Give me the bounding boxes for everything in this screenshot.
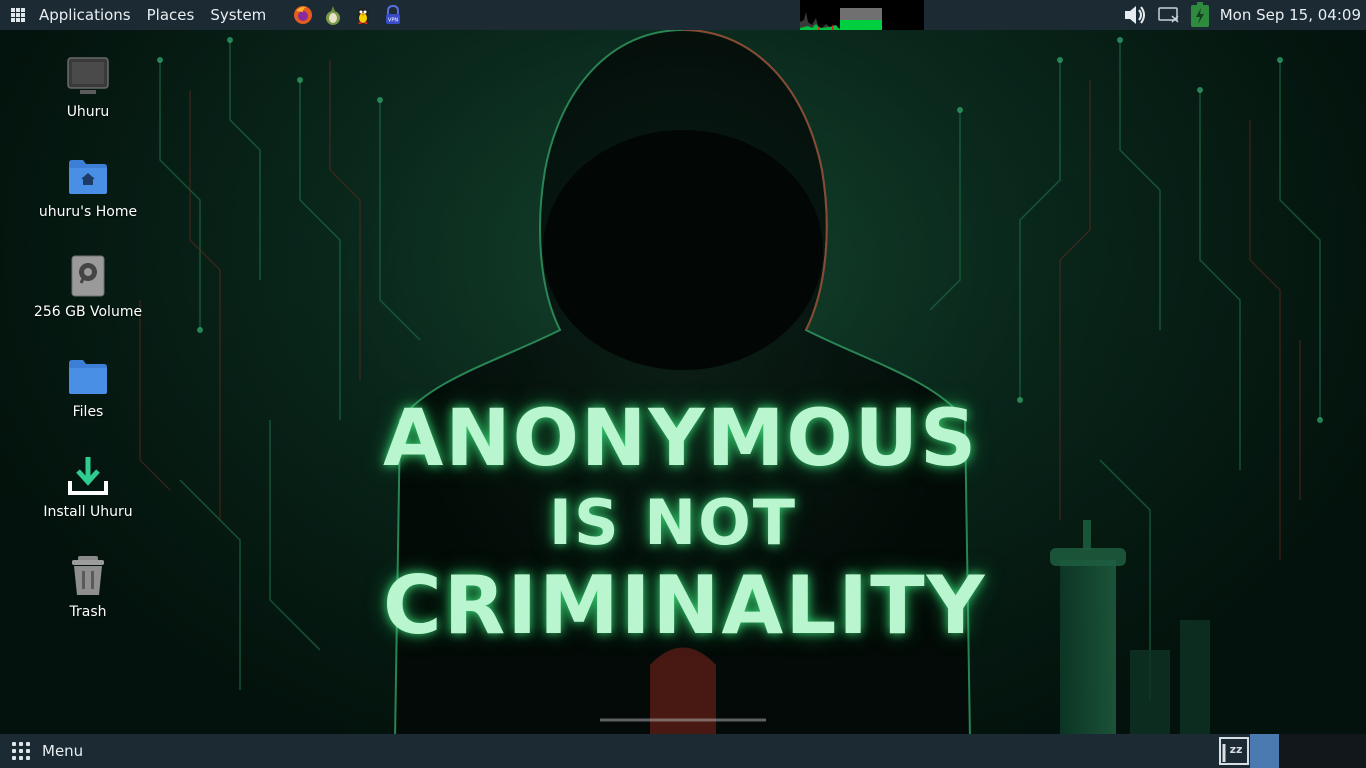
system-monitor-widget[interactable]: [800, 0, 924, 30]
headline-line-2: IS NOT: [548, 486, 798, 559]
desktop-icon-trash[interactable]: Trash: [28, 554, 148, 620]
desktop: ANONYMOUS IS NOT CRIMINALITY Uhuru uhuru…: [0, 0, 1366, 768]
launcher-bar: VPN: [284, 4, 404, 26]
menu-system[interactable]: System: [202, 0, 274, 30]
desktop-icon-label: Install Uhuru: [43, 504, 133, 520]
clock[interactable]: Mon Sep 15, 04:09: [1220, 6, 1361, 24]
wallpaper-headline: ANONYMOUS IS NOT CRIMINALITY: [383, 394, 987, 652]
desktop-icon-label: uhuru's Home: [38, 204, 138, 220]
svg-text:zz: zz: [1230, 743, 1243, 756]
top-panel: Applications Places System VPN Mon Sep 1…: [0, 0, 1366, 30]
workspace-1[interactable]: [1250, 734, 1279, 768]
tor-browser-icon[interactable]: [322, 4, 344, 26]
desktop-icon-home[interactable]: uhuru's Home: [28, 154, 148, 220]
battery-charging-icon[interactable]: [1190, 2, 1210, 28]
wallpaper-graphic: [139, 28, 1323, 741]
network-graph: [882, 0, 924, 30]
sleep-indicator-icon[interactable]: zz: [1218, 734, 1250, 768]
firefox-icon[interactable]: [292, 4, 314, 26]
menu-applications[interactable]: Applications: [31, 0, 139, 30]
desktop-icon-install[interactable]: Install Uhuru: [28, 454, 148, 520]
memory-graph: [840, 0, 882, 30]
desktop-icon-label: Files: [72, 404, 104, 420]
folder-icon: [66, 354, 110, 398]
desktop-icon-label: Uhuru: [66, 104, 110, 120]
desktop-icon-label: Trash: [69, 604, 107, 620]
network-disconnected-icon[interactable]: [1157, 5, 1180, 25]
volume-icon[interactable]: [1122, 3, 1148, 27]
drive-icon: [66, 254, 110, 298]
system-tray: Mon Sep 15, 04:09: [1122, 0, 1366, 30]
cpu-graph: [800, 0, 840, 30]
home-folder-icon: [66, 154, 110, 198]
vpn-lock-icon[interactable]: VPN: [382, 4, 404, 26]
svg-text:VPN: VPN: [388, 18, 398, 24]
menu-places[interactable]: Places: [139, 0, 203, 30]
desktop-icon-label: 256 GB Volume: [33, 304, 143, 320]
headline-line-1: ANONYMOUS: [383, 394, 979, 484]
workspace-switcher: zz: [1218, 734, 1366, 768]
desktop-icon-files[interactable]: Files: [28, 354, 148, 420]
desktop-icon-volume[interactable]: 256 GB Volume: [28, 254, 148, 320]
computer-icon: [66, 54, 110, 98]
workspace-2[interactable]: [1279, 734, 1366, 768]
apps-grid-icon[interactable]: [11, 8, 25, 22]
desktop-icon-computer[interactable]: Uhuru: [28, 54, 148, 120]
bottom-panel: Menu zz: [0, 734, 1366, 768]
menu-button[interactable]: Menu: [42, 742, 83, 760]
install-icon: [66, 454, 110, 498]
penguin-icon[interactable]: [352, 4, 374, 26]
menu-grid-icon[interactable]: [12, 742, 30, 760]
headline-line-3: CRIMINALITY: [383, 559, 987, 652]
trash-icon: [66, 554, 110, 598]
